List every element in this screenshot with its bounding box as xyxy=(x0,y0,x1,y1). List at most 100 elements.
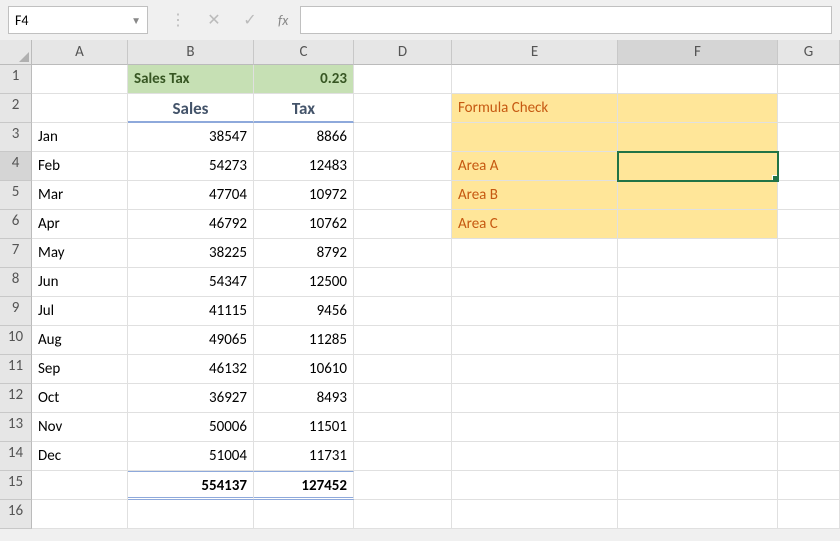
cell-g8[interactable] xyxy=(778,268,840,297)
cell-b3[interactable]: 38547 xyxy=(128,123,254,152)
expand-icon[interactable]: ⋮ xyxy=(166,8,190,32)
fx-icon[interactable]: fx xyxy=(278,12,288,29)
cell-g7[interactable] xyxy=(778,239,840,268)
row-header[interactable]: 11 xyxy=(0,355,32,384)
cell-a14[interactable]: Dec xyxy=(32,442,128,471)
col-header-d[interactable]: D xyxy=(354,40,452,65)
cell-c12[interactable]: 8493 xyxy=(254,384,354,413)
row-header[interactable]: 15 xyxy=(0,471,32,500)
cell-c9[interactable]: 9456 xyxy=(254,297,354,326)
cell-f10[interactable] xyxy=(618,326,778,355)
cell-g11[interactable] xyxy=(778,355,840,384)
cell-f13[interactable] xyxy=(618,413,778,442)
cell-b7[interactable]: 38225 xyxy=(128,239,254,268)
cell-b6[interactable]: 46792 xyxy=(128,210,254,239)
cell-d8[interactable] xyxy=(354,268,452,297)
cell-g16[interactable] xyxy=(778,500,840,529)
cell-f4-selected[interactable] xyxy=(618,152,778,181)
col-header-g[interactable]: G xyxy=(778,40,840,65)
cell-e3[interactable] xyxy=(452,123,618,152)
row-header[interactable]: 12 xyxy=(0,384,32,413)
row-header[interactable]: 13 xyxy=(0,413,32,442)
cell-g10[interactable] xyxy=(778,326,840,355)
cell-d12[interactable] xyxy=(354,384,452,413)
cell-b13[interactable]: 50006 xyxy=(128,413,254,442)
cell-a11[interactable]: Sep xyxy=(32,355,128,384)
cell-g6[interactable] xyxy=(778,210,840,239)
cell-g13[interactable] xyxy=(778,413,840,442)
cell-g15[interactable] xyxy=(778,471,840,500)
cell-b14[interactable]: 51004 xyxy=(128,442,254,471)
cell-f8[interactable] xyxy=(618,268,778,297)
cell-a13[interactable]: Nov xyxy=(32,413,128,442)
cell-e10[interactable] xyxy=(452,326,618,355)
cell-a6[interactable]: Apr xyxy=(32,210,128,239)
cell-f16[interactable] xyxy=(618,500,778,529)
col-header-e[interactable]: E xyxy=(452,40,618,65)
cell-f12[interactable] xyxy=(618,384,778,413)
cell-g2[interactable] xyxy=(778,94,840,123)
cell-a7[interactable]: May xyxy=(32,239,128,268)
cell-e13[interactable] xyxy=(452,413,618,442)
col-header-a[interactable]: A xyxy=(32,40,128,65)
cell-c11[interactable]: 10610 xyxy=(254,355,354,384)
cell-a16[interactable] xyxy=(32,500,128,529)
cell-a1[interactable] xyxy=(32,65,128,94)
row-header[interactable]: 5 xyxy=(0,181,32,210)
cell-e9[interactable] xyxy=(452,297,618,326)
cell-c1[interactable]: 0.23 xyxy=(254,65,354,94)
cell-f5[interactable] xyxy=(618,181,778,210)
row-header[interactable]: 1 xyxy=(0,65,32,94)
cell-c10[interactable]: 11285 xyxy=(254,326,354,355)
cell-b5[interactable]: 47704 xyxy=(128,181,254,210)
cell-e15[interactable] xyxy=(452,471,618,500)
cell-e11[interactable] xyxy=(452,355,618,384)
cell-g5[interactable] xyxy=(778,181,840,210)
cell-a4[interactable]: Feb xyxy=(32,152,128,181)
cell-e2[interactable]: Formula Check xyxy=(452,94,618,123)
row-header[interactable]: 16 xyxy=(0,500,32,529)
cell-d14[interactable] xyxy=(354,442,452,471)
cell-c6[interactable]: 10762 xyxy=(254,210,354,239)
cell-a2[interactable] xyxy=(32,94,128,123)
cell-e12[interactable] xyxy=(452,384,618,413)
cell-c3[interactable]: 8866 xyxy=(254,123,354,152)
row-header[interactable]: 14 xyxy=(0,442,32,471)
cell-c13[interactable]: 11501 xyxy=(254,413,354,442)
col-header-b[interactable]: B xyxy=(128,40,254,65)
cell-d13[interactable] xyxy=(354,413,452,442)
cell-d10[interactable] xyxy=(354,326,452,355)
col-header-c[interactable]: C xyxy=(254,40,354,65)
cell-b15[interactable]: 554137 xyxy=(128,471,254,500)
cell-f7[interactable] xyxy=(618,239,778,268)
cell-e8[interactable] xyxy=(452,268,618,297)
cell-a5[interactable]: Mar xyxy=(32,181,128,210)
cell-g1[interactable] xyxy=(778,65,840,94)
col-header-f[interactable]: F xyxy=(618,40,778,65)
cell-f14[interactable] xyxy=(618,442,778,471)
select-all-corner[interactable] xyxy=(0,40,32,65)
cell-a9[interactable]: Jul xyxy=(32,297,128,326)
row-header[interactable]: 2 xyxy=(0,94,32,123)
cell-d6[interactable] xyxy=(354,210,452,239)
cell-f6[interactable] xyxy=(618,210,778,239)
cell-b1[interactable]: Sales Tax xyxy=(128,65,254,94)
chevron-down-icon[interactable]: ▼ xyxy=(131,14,141,27)
cell-b4[interactable]: 54273 xyxy=(128,152,254,181)
cell-c5[interactable]: 10972 xyxy=(254,181,354,210)
cell-f1[interactable] xyxy=(618,65,778,94)
name-box[interactable]: F4 ▼ xyxy=(8,6,148,34)
cell-c15[interactable]: 127452 xyxy=(254,471,354,500)
cell-c8[interactable]: 12500 xyxy=(254,268,354,297)
cell-g3[interactable] xyxy=(778,123,840,152)
cell-c7[interactable]: 8792 xyxy=(254,239,354,268)
cell-a10[interactable]: Aug xyxy=(32,326,128,355)
cell-f2[interactable] xyxy=(618,94,778,123)
cell-d4[interactable] xyxy=(354,152,452,181)
cell-e14[interactable] xyxy=(452,442,618,471)
cell-e16[interactable] xyxy=(452,500,618,529)
cell-f11[interactable] xyxy=(618,355,778,384)
cell-e4[interactable]: Area A xyxy=(452,152,618,181)
cell-d9[interactable] xyxy=(354,297,452,326)
cell-c16[interactable] xyxy=(254,500,354,529)
